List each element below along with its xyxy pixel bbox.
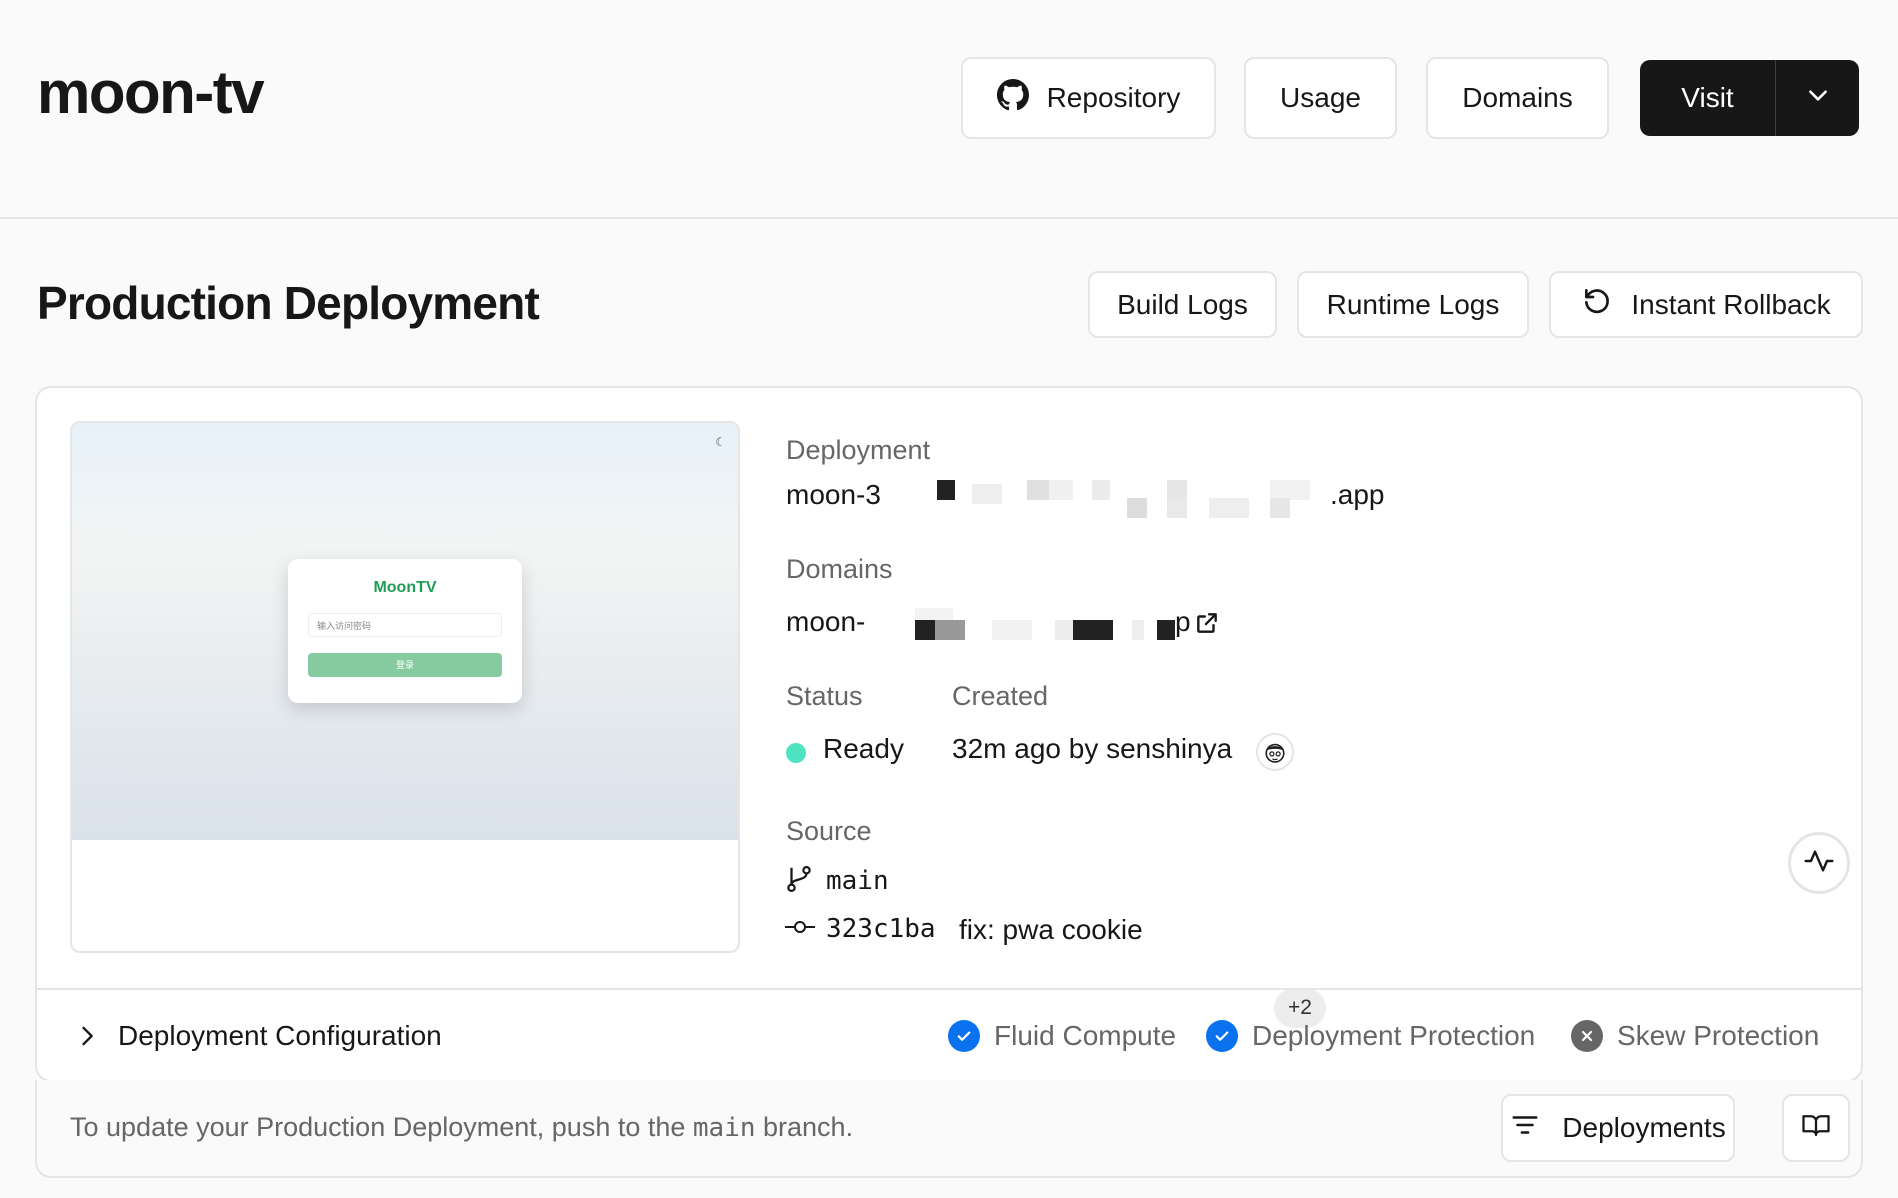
- external-link-icon[interactable]: [1194, 610, 1220, 641]
- domain-prefix[interactable]: moon-: [786, 606, 865, 638]
- instant-rollback-button[interactable]: Instant Rollback: [1549, 271, 1863, 338]
- preview-login-card: MoonTV 输入访问密码 登录: [288, 559, 522, 703]
- deployment-preview[interactable]: ☾ MoonTV 输入访问密码 登录: [70, 421, 740, 953]
- footer-text-before: To update your Production Deployment, pu…: [70, 1112, 693, 1142]
- usage-button[interactable]: Usage: [1244, 57, 1397, 139]
- source-label: Source: [786, 816, 872, 846]
- runtime-logs-button[interactable]: Runtime Logs: [1297, 271, 1529, 338]
- domains-label: Domains: [1462, 82, 1573, 113]
- x-circle-icon: [1571, 1020, 1603, 1052]
- check-circle-icon: [1206, 1020, 1238, 1052]
- docs-button[interactable]: [1782, 1094, 1850, 1162]
- deployment-configuration-row[interactable]: Deployment Configuration Fluid Compute D…: [37, 990, 1861, 1082]
- visit-split-button: Visit: [1640, 60, 1859, 136]
- activity-icon: [1803, 845, 1835, 882]
- footer-branch: main: [692, 1113, 756, 1143]
- activity-button[interactable]: [1788, 832, 1850, 894]
- build-logs-label: Build Logs: [1117, 288, 1248, 320]
- chevron-down-icon: [1805, 82, 1831, 115]
- feature-skew-protection: Skew Protection: [1571, 1020, 1819, 1052]
- visit-dropdown-toggle[interactable]: [1776, 60, 1859, 136]
- feature-label: Deployment Protection: [1252, 1020, 1536, 1051]
- deployments-button[interactable]: Deployments: [1501, 1094, 1735, 1162]
- repository-button[interactable]: Repository: [961, 57, 1216, 139]
- domains-button[interactable]: Domains: [1426, 57, 1609, 139]
- card-footer: To update your Production Deployment, pu…: [35, 1080, 1863, 1178]
- moon-icon: ☾: [715, 435, 726, 449]
- preview-password-input: 输入访问密码: [308, 613, 502, 637]
- deployment-url-prefix[interactable]: moon-3: [786, 479, 881, 511]
- footer-text-after: branch.: [755, 1112, 854, 1142]
- feature-deployment-protection: Deployment Protection: [1206, 1020, 1535, 1052]
- top-bar: moon-tv Repository Usage Domains Visit: [0, 0, 1898, 219]
- feature-fluid-compute: Fluid Compute: [948, 1020, 1176, 1052]
- status-value: Ready: [823, 733, 904, 764]
- filter-icon: [1510, 1110, 1540, 1147]
- github-icon: [996, 78, 1029, 118]
- commit-message[interactable]: fix: pwa cookie: [959, 914, 1143, 946]
- created-value: 32m ago by senshinya: [952, 733, 1233, 764]
- status-label: Status: [786, 681, 863, 711]
- visit-label: Visit: [1681, 82, 1734, 113]
- check-circle-icon: [948, 1020, 980, 1052]
- project-title: moon-tv: [37, 59, 265, 126]
- deployment-configuration-label: Deployment Configuration: [118, 1020, 442, 1051]
- visit-button[interactable]: Visit: [1640, 60, 1776, 136]
- status-ready-dot: [786, 743, 806, 763]
- git-branch-icon: [784, 864, 814, 899]
- chevron-right-icon: [73, 1020, 101, 1057]
- feature-label: Fluid Compute: [994, 1020, 1177, 1051]
- deployments-label: Deployments: [1562, 1112, 1726, 1143]
- preview-app-title: MoonTV: [373, 579, 437, 596]
- source-branch[interactable]: main: [826, 866, 889, 896]
- deployment-label: Deployment: [786, 435, 931, 465]
- feature-label: Skew Protection: [1617, 1020, 1820, 1051]
- created-label: Created: [952, 681, 1049, 711]
- footer-hint: To update your Production Deployment, pu…: [70, 1112, 853, 1143]
- book-icon: [1800, 1110, 1832, 1147]
- section-title: Production Deployment: [37, 277, 540, 329]
- git-commit-icon: [784, 914, 816, 945]
- domain-suffix[interactable]: p: [1175, 606, 1191, 638]
- avatar[interactable]: [1256, 733, 1294, 771]
- runtime-logs-label: Runtime Logs: [1326, 288, 1500, 320]
- domains-field-label: Domains: [786, 554, 893, 584]
- rollback-icon: [1581, 285, 1613, 324]
- repository-label: Repository: [1046, 82, 1181, 113]
- usage-label: Usage: [1280, 82, 1361, 113]
- instant-rollback-label: Instant Rollback: [1631, 288, 1831, 320]
- build-logs-button[interactable]: Build Logs: [1088, 271, 1277, 338]
- preview-screenshot: ☾ MoonTV 输入访问密码 登录: [72, 423, 738, 840]
- preview-login-button: 登录: [308, 653, 502, 677]
- commit-hash[interactable]: 323c1ba: [826, 914, 936, 944]
- deployment-card: ☾ MoonTV 输入访问密码 登录 Deployment moon-3 .ap…: [35, 386, 1863, 1082]
- deployment-url-suffix[interactable]: .app: [1330, 479, 1385, 511]
